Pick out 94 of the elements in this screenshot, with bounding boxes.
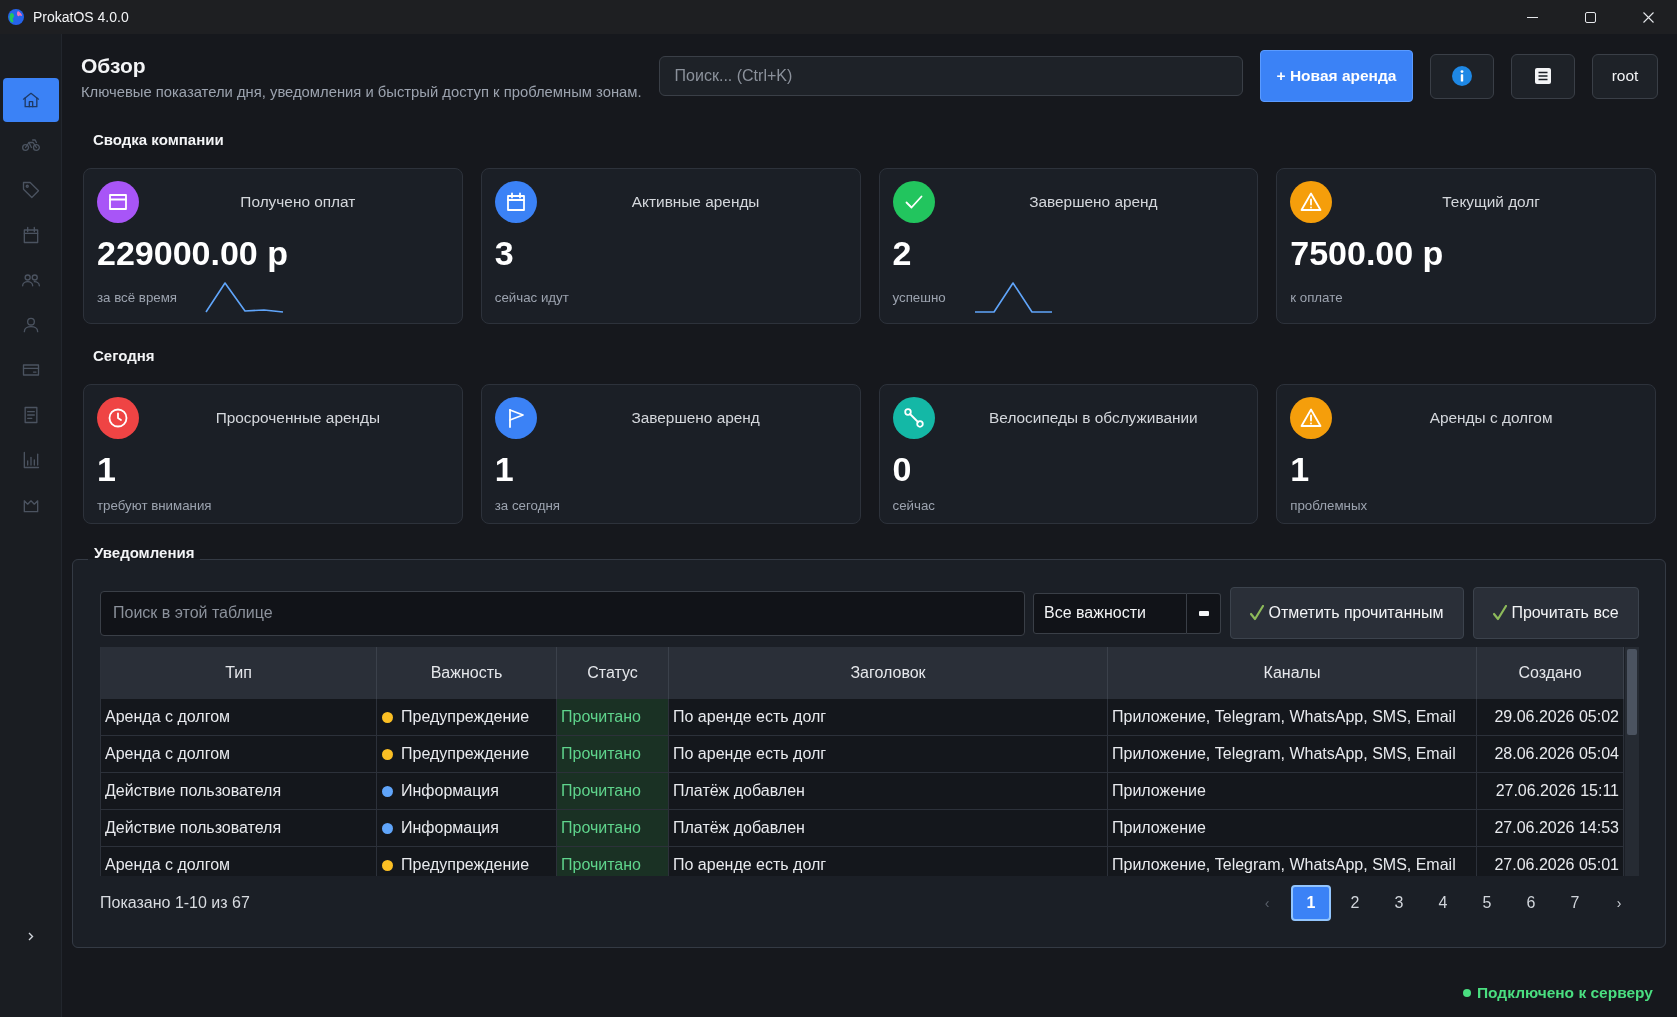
page-button[interactable]: 5: [1467, 885, 1507, 921]
page-title: Обзор: [81, 53, 147, 79]
table-cell: Прочитано: [557, 699, 669, 736]
card-caption: за сегодня: [494, 497, 560, 513]
panel-title: Уведомления: [93, 543, 196, 563]
table-cell: Приложение, Telegram, WhatsApp, SMS, Email: [1108, 847, 1477, 876]
card-value: 7500.00 р: [1290, 234, 1444, 272]
card-value: 2: [892, 234, 912, 272]
globe-icon: [8, 9, 24, 25]
card-value: 0: [892, 450, 912, 488]
table-cell: Прочитано: [557, 736, 669, 773]
importance-label: Предупреждение: [401, 856, 530, 874]
info-icon: [1452, 66, 1472, 86]
page-button[interactable]: 2: [1335, 885, 1375, 921]
table-cell: Приложение: [1108, 810, 1477, 847]
card-caption: успешно: [892, 289, 946, 305]
connection-status: Подключено к серверу: [1476, 984, 1653, 1002]
card-title: Завершено аренд: [1028, 193, 1159, 211]
table-cell: Аренда с долгом: [101, 847, 377, 876]
maximize-icon[interactable]: [1584, 11, 1596, 23]
section-title: Сегодня: [93, 346, 156, 366]
card-title: Аренды с долгом: [1428, 409, 1554, 427]
table-cell: Прочитано: [557, 847, 669, 876]
table-cell: Аренда с долгом: [101, 736, 377, 773]
card-title: Просроченные аренды: [214, 409, 382, 427]
dash-icon: [1198, 610, 1209, 616]
search-field[interactable]: Поиск... (Ctrl+K): [658, 56, 1243, 96]
window-title: ProkatOS 4.0.0: [33, 9, 129, 25]
table-cell: По аренде есть долг: [669, 699, 1108, 736]
importance-label: Предупреждение: [401, 708, 530, 726]
tag-icon: [20, 180, 41, 200]
card-title: Активные аренды: [630, 193, 761, 211]
card-value: 229000.00 р: [97, 234, 288, 272]
mark-read-button[interactable]: Отметить прочитанным: [1230, 587, 1464, 639]
notes-button[interactable]: [1511, 53, 1575, 99]
table-cell: Прочитано: [557, 810, 669, 847]
table-cell: Аренда с долгом: [101, 699, 377, 736]
user-button[interactable]: root: [1592, 53, 1658, 99]
page-button[interactable]: 7: [1555, 885, 1595, 921]
check-icon: [1493, 605, 1508, 621]
check-icon: [1250, 605, 1265, 621]
chevron-right-icon[interactable]: [27, 932, 34, 941]
card-value: 1: [494, 450, 514, 488]
importance-label: Информация: [401, 819, 499, 837]
next-page-button[interactable]: ›: [1599, 885, 1639, 921]
scrollbar[interactable]: [1625, 647, 1639, 876]
page-button[interactable]: 4: [1423, 885, 1463, 921]
card-value: 1: [1290, 450, 1310, 488]
info-button[interactable]: [1430, 53, 1494, 99]
card-title: Велосипеды в обслуживании: [988, 409, 1199, 427]
card-title: Текущий долг: [1441, 193, 1541, 211]
card-caption: сейчас: [892, 497, 935, 513]
table-cell: 27.06.2026 14:53: [1477, 810, 1624, 847]
card-caption: проблемных: [1290, 497, 1368, 513]
home-icon: [20, 90, 41, 110]
table-cell: 28.06.2026 05:04: [1477, 736, 1624, 773]
table-cell: Приложение, Telegram, WhatsApp, SMS, Email: [1108, 699, 1477, 736]
table-search-field[interactable]: Поиск в этой таблице: [100, 590, 1025, 636]
card-value: 3: [494, 234, 514, 272]
page-button[interactable]: 6: [1511, 885, 1551, 921]
table-cell: Действие пользователя: [101, 810, 377, 847]
importance-label: Предупреждение: [401, 745, 530, 763]
page-subtitle: Ключевые показатели дня, уведомления и быстрый доступ к проблемным зонам.: [81, 83, 642, 101]
card-caption: к оплате: [1290, 289, 1343, 305]
table-cell: Платёж добавлен: [669, 773, 1108, 810]
section-title: Сводка компании: [93, 130, 225, 150]
table-cell: 27.06.2026 15:11: [1477, 773, 1624, 810]
card-caption: требуют внимания: [97, 497, 212, 513]
card-caption: сейчас идут: [494, 289, 569, 305]
new-rental-button[interactable]: + Новая аренда: [1260, 50, 1413, 102]
card-caption: за всё время: [97, 289, 178, 305]
table-cell: Прочитано: [557, 773, 669, 810]
card-title: Получено оплат: [239, 193, 357, 211]
document-icon: [1535, 68, 1551, 84]
card-value: 1: [97, 450, 116, 488]
minimize-icon[interactable]: [1526, 16, 1538, 18]
card-title: Завершено аренд: [630, 409, 761, 427]
importance-label: Информация: [401, 782, 499, 800]
table-cell: Приложение: [1108, 773, 1477, 810]
table-cell: 27.06.2026 05:01: [1477, 847, 1624, 876]
page-button[interactable]: 3: [1379, 885, 1419, 921]
table-cell: 29.06.2026 05:02: [1477, 699, 1624, 736]
nav-button[interactable]: [2, 78, 59, 122]
table-cell: Приложение, Telegram, WhatsApp, SMS, Email: [1108, 736, 1477, 773]
close-icon[interactable]: [1642, 11, 1654, 23]
table-cell: Платёж добавлен: [669, 810, 1108, 847]
table-cell: Действие пользователя: [101, 773, 377, 810]
pagination-summary: Показано 1-10 из 67: [100, 894, 250, 912]
table-cell: По аренде есть долг: [669, 847, 1108, 876]
page-button[interactable]: 1: [1291, 885, 1331, 921]
table-cell: По аренде есть долг: [669, 736, 1108, 773]
dropdown-toggle[interactable]: [1187, 592, 1221, 634]
importance-select[interactable]: Все важности: [1033, 592, 1187, 634]
read-all-button[interactable]: Прочитать все: [1473, 587, 1639, 639]
